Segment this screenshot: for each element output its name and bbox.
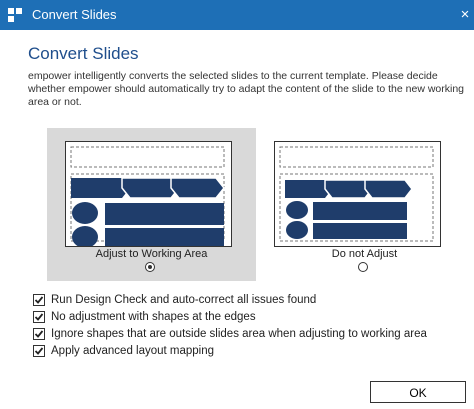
slide-illustration: [279, 146, 434, 242]
radio-adjust[interactable]: [145, 262, 155, 272]
empower-icon: [8, 8, 22, 22]
checkbox-advanced-layout-mapping[interactable]: Apply advanced layout mapping: [33, 342, 427, 359]
options-checklist: Run Design Check and auto-correct all is…: [33, 291, 427, 359]
radio-do-not-adjust[interactable]: [358, 262, 368, 272]
option-label: Adjust to Working Area: [95, 248, 208, 260]
option-adjust-to-working-area[interactable]: Adjust to Working Area: [47, 128, 256, 281]
checkbox-label: Run Design Check and auto-correct all is…: [51, 293, 317, 306]
slide-preview-adjusted: [65, 141, 232, 248]
description-text: empower intelligently converts the selec…: [28, 70, 464, 108]
radio-selected-dot: [147, 264, 152, 269]
option-do-not-adjust[interactable]: Do not Adjust: [260, 128, 469, 281]
checkbox-box[interactable]: [33, 344, 45, 357]
checkmark-icon: [34, 312, 44, 321]
option-label: Do not Adjust: [331, 248, 398, 260]
checkbox-label: Apply advanced layout mapping: [51, 344, 215, 357]
window-title: Convert Slides: [32, 7, 117, 22]
slide-preview-unadjusted: [274, 141, 441, 247]
checkbox-no-adjustment-edges[interactable]: No adjustment with shapes at the edges: [33, 308, 427, 325]
slide-illustration: [70, 146, 225, 248]
checkbox-box[interactable]: [33, 327, 45, 340]
ok-button[interactable]: OK: [370, 381, 466, 403]
title-bar: Convert Slides ×: [0, 0, 474, 30]
checkbox-label: No adjustment with shapes at the edges: [51, 310, 256, 323]
checkmark-icon: [34, 329, 44, 338]
checkbox-label: Ignore shapes that are outside slides ar…: [51, 327, 427, 340]
checkmark-icon: [34, 346, 44, 355]
checkmark-icon: [34, 295, 44, 304]
checkbox-ignore-outside-shapes[interactable]: Ignore shapes that are outside slides ar…: [33, 325, 427, 342]
checkbox-box[interactable]: [33, 293, 45, 306]
close-icon[interactable]: ×: [456, 5, 474, 25]
page-title: Convert Slides: [28, 44, 139, 63]
checkbox-run-design-check[interactable]: Run Design Check and auto-correct all is…: [33, 291, 427, 308]
checkbox-box[interactable]: [33, 310, 45, 323]
